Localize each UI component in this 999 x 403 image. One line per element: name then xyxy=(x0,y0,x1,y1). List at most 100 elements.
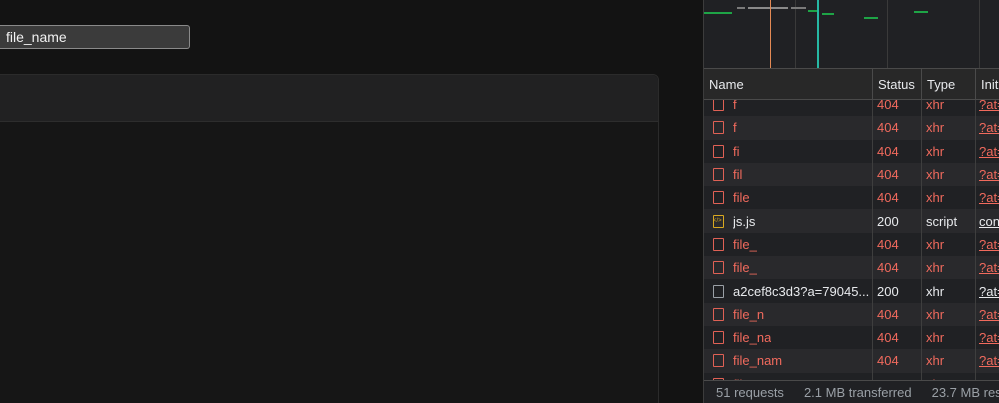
timeline-bar xyxy=(864,17,878,19)
request-row[interactable]: file_na 404xhr?at= xyxy=(704,325,999,350)
request-name: file xyxy=(733,190,750,206)
request-status: 404 xyxy=(873,232,922,257)
request-name: f xyxy=(733,120,737,136)
request-row[interactable]: fil 404xhr?at= xyxy=(704,162,999,187)
request-row[interactable]: a2cef8c3d3?a=79045...200xhr?at= xyxy=(704,279,999,303)
request-type: xhr xyxy=(922,325,976,350)
request-initiator-link[interactable]: ?at= xyxy=(976,233,999,256)
xhr-icon xyxy=(713,354,724,368)
request-row[interactable]: file_name404xhr?at= xyxy=(704,372,999,380)
web-page xyxy=(0,0,703,403)
request-type: xhr xyxy=(922,186,976,210)
request-row[interactable]: file_ 404xhr?at= xyxy=(704,232,999,257)
request-status: 404 xyxy=(873,372,922,380)
request-status: 404 xyxy=(873,116,922,140)
request-name: f xyxy=(733,100,737,113)
request-type: xhr xyxy=(922,372,976,380)
column-header-status[interactable]: Status xyxy=(873,69,922,100)
search-input[interactable] xyxy=(0,25,190,49)
request-initiator-link[interactable]: ?at= xyxy=(976,100,999,116)
network-overview-timeline[interactable] xyxy=(704,0,999,69)
request-name: a2cef8c3d3?a=79045... xyxy=(733,283,870,299)
request-name-cell[interactable]: file_ xyxy=(704,256,873,280)
request-name-cell[interactable]: file xyxy=(704,186,873,210)
request-name: file_na xyxy=(733,330,772,346)
column-header-type[interactable]: Type xyxy=(922,69,976,100)
xhr-icon xyxy=(713,191,724,205)
request-name-cell[interactable]: file_nam xyxy=(704,349,873,373)
request-type: xhr xyxy=(922,279,976,303)
xhr-icon xyxy=(713,168,724,182)
transferred-size: 2.1 MB transferred xyxy=(803,384,912,400)
results-panel xyxy=(0,74,659,403)
request-row[interactable]: file_n 404xhr?at= xyxy=(704,302,999,326)
request-name-cell[interactable]: file_n xyxy=(704,302,873,326)
request-name-cell[interactable]: f xyxy=(704,100,873,117)
timeline-bar xyxy=(748,7,788,9)
request-initiator-link[interactable]: ?at= xyxy=(976,373,999,380)
timeline-gridline xyxy=(795,0,796,68)
column-header-name[interactable]: Name xyxy=(704,69,873,100)
request-type: xhr xyxy=(922,256,976,280)
screen: Name Status Type Initia f404xhr?at=f404x… xyxy=(0,0,999,403)
request-row[interactable]: f 404xhr?at= xyxy=(704,100,999,117)
request-name-cell[interactable]: file_ xyxy=(704,232,873,257)
request-row[interactable]: file 404xhr?at= xyxy=(704,186,999,210)
column-header-initiator[interactable]: Initia xyxy=(976,69,999,100)
request-status: 404 xyxy=(873,325,922,350)
request-name-cell[interactable]: js.js xyxy=(704,209,873,233)
xhr-icon xyxy=(713,307,724,321)
request-name-cell[interactable]: file_na xyxy=(704,325,873,350)
request-initiator-link[interactable]: ?at= xyxy=(976,303,999,326)
request-table-body[interactable]: f404xhr?at=f404xhr?at=fi404xhr?at=fil404… xyxy=(704,100,999,380)
request-type: xhr xyxy=(922,232,976,257)
request-row[interactable]: file_nam 404xhr?at= xyxy=(704,349,999,373)
request-status: 200 xyxy=(873,279,922,303)
request-initiator-link[interactable]: ?at= xyxy=(976,349,999,372)
timeline-bar xyxy=(791,7,806,9)
xhr-icon xyxy=(713,261,724,275)
request-initiator-link[interactable]: ?at= xyxy=(976,256,999,279)
xhr-icon xyxy=(713,100,724,112)
request-name: file_ xyxy=(733,236,757,252)
request-initiator-link[interactable]: ?at= xyxy=(976,140,999,163)
timeline-gridline xyxy=(887,0,888,68)
request-type: xhr xyxy=(922,139,976,163)
xhr-icon xyxy=(713,121,724,135)
timeline-gridline xyxy=(979,0,980,68)
results-panel-header xyxy=(0,75,658,122)
request-initiator-link[interactable]: cont xyxy=(976,209,999,232)
request-row[interactable]: f 404xhr?at= xyxy=(704,116,999,140)
request-status: 404 xyxy=(873,186,922,210)
request-name: file_n xyxy=(733,306,765,322)
request-type: script xyxy=(922,209,976,233)
request-initiator-link[interactable]: ?at= xyxy=(976,116,999,139)
request-status: 404 xyxy=(873,162,922,187)
timeline-bar xyxy=(737,7,745,9)
request-name-cell[interactable]: a2cef8c3d3?a=79045... xyxy=(704,279,873,303)
request-name-cell[interactable]: fil xyxy=(704,162,873,187)
request-name-cell[interactable]: f xyxy=(704,116,873,140)
request-status: 404 xyxy=(873,139,922,163)
request-name-cell[interactable]: file_name xyxy=(704,372,873,380)
request-initiator-link[interactable]: ?at= xyxy=(976,186,999,209)
request-row[interactable]: js.js 200scriptcont xyxy=(704,209,999,233)
request-type: xhr xyxy=(922,162,976,187)
network-summary-bar: 51 requests 2.1 MB transferred 23.7 MB r… xyxy=(704,380,999,403)
request-name: file_ xyxy=(733,260,757,276)
request-status: 404 xyxy=(873,349,922,373)
request-initiator-link[interactable]: ?at= xyxy=(976,279,999,302)
request-name: fi xyxy=(733,143,740,159)
timeline-bar xyxy=(914,11,928,13)
request-name-cell[interactable]: fi xyxy=(704,139,873,163)
request-initiator-link[interactable]: ?at= xyxy=(976,163,999,186)
request-table-header: Name Status Type Initia xyxy=(704,69,999,100)
request-row[interactable]: file_ 404xhr?at= xyxy=(704,256,999,280)
request-initiator-link[interactable]: ?at= xyxy=(976,326,999,349)
request-row[interactable]: fi 404xhr?at= xyxy=(704,139,999,163)
xhr-icon xyxy=(713,331,724,345)
requests-count: 51 requests xyxy=(716,384,784,400)
request-name: file_nam xyxy=(733,353,783,369)
script-icon xyxy=(713,214,724,228)
request-type: xhr xyxy=(922,349,976,373)
